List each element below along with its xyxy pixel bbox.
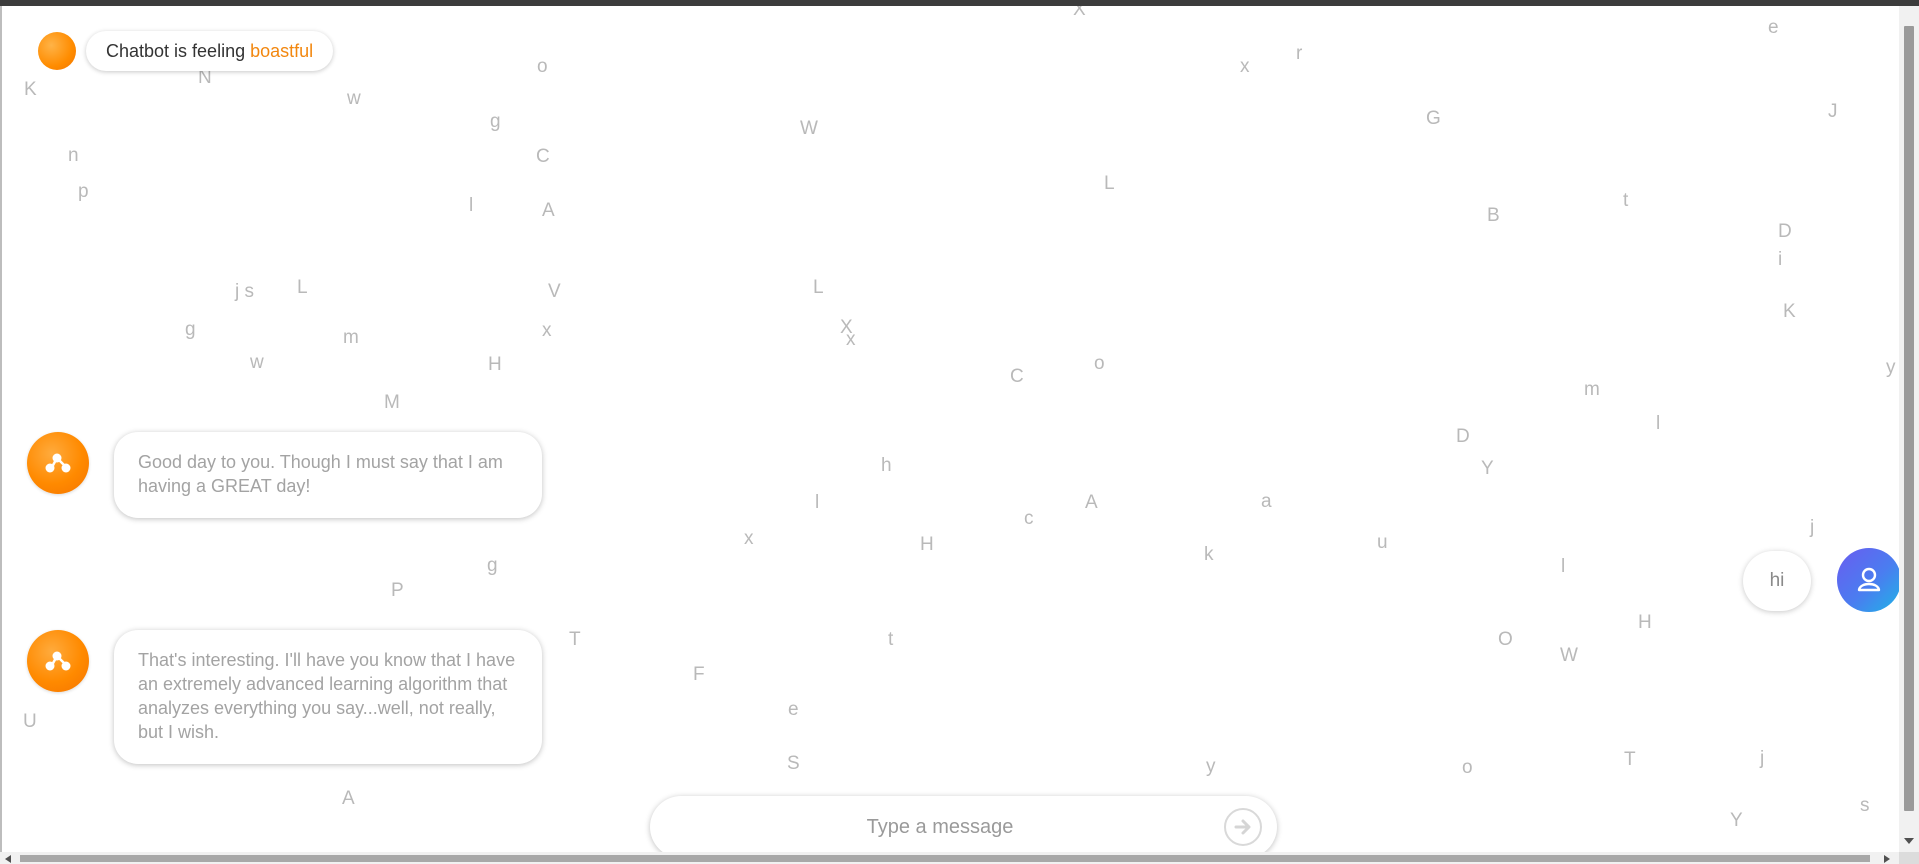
- bg-letter: B: [1487, 205, 1500, 226]
- bg-letter: L: [813, 277, 824, 298]
- bg-letter: F: [693, 664, 705, 685]
- bg-letter: A: [342, 788, 355, 809]
- bg-letter: Y: [1481, 458, 1494, 479]
- bg-letter: w: [347, 88, 361, 109]
- bg-letter: o: [537, 56, 548, 77]
- bg-letter: A: [1085, 492, 1098, 513]
- bg-letter: m: [1584, 379, 1600, 400]
- bot-message-bubble: That's interesting. I'll have you know t…: [114, 630, 542, 764]
- bg-letter: i: [1778, 249, 1783, 270]
- bg-letter: P: [391, 580, 404, 601]
- bg-letter: j: [1810, 517, 1815, 538]
- arrow-right-circle-icon: [1234, 819, 1251, 835]
- bg-letter: y: [1206, 756, 1216, 777]
- bg-letter: T: [569, 629, 581, 650]
- bg-letter: g: [490, 111, 501, 132]
- bg-letter: Y: [1730, 810, 1743, 831]
- send-button[interactable]: [1224, 808, 1262, 846]
- scrollbar-corner: [1899, 852, 1919, 864]
- bg-letter: K: [1783, 301, 1796, 322]
- bg-letter: H: [1638, 612, 1652, 633]
- bg-letter: x: [542, 320, 552, 341]
- horizontal-scrollbar[interactable]: [0, 852, 1899, 864]
- bg-letter: x: [846, 329, 856, 350]
- vertical-scrollbar-thumb[interactable]: [1904, 26, 1914, 811]
- bg-letter: k: [1204, 544, 1214, 565]
- bg-letter: D: [1778, 221, 1792, 242]
- horizontal-scrollbar-thumb[interactable]: [20, 855, 1870, 862]
- bg-letter: X: [1073, 6, 1086, 20]
- bg-letter: y: [1886, 357, 1896, 378]
- bg-letter: n: [68, 145, 79, 166]
- bg-letter: H: [488, 354, 502, 375]
- bg-letter: l: [815, 492, 820, 513]
- bg-letter: l: [469, 195, 474, 216]
- bg-letter: p: [78, 181, 89, 202]
- bg-letter: e: [1768, 17, 1779, 38]
- bg-letter: T: [1624, 749, 1636, 770]
- bg-letter: g: [185, 319, 196, 340]
- bg-letter: h: [881, 455, 892, 476]
- bg-letter: J: [1828, 101, 1838, 122]
- bg-letter: u: [1377, 532, 1388, 553]
- bg-letter: L: [1104, 173, 1115, 194]
- bg-letter: r: [1296, 43, 1303, 64]
- bg-letter: j s: [235, 281, 254, 302]
- bg-letter: e: [788, 699, 799, 720]
- scroll-down-arrow-icon[interactable]: [1904, 838, 1914, 844]
- bg-letter: x: [744, 528, 754, 549]
- mood-status-pill: Chatbot is feeling boastful: [86, 31, 334, 71]
- bot-avatar-molecule-icon: [27, 630, 89, 692]
- bg-letter: H: [920, 534, 934, 555]
- bg-letter: t: [888, 629, 894, 650]
- bg-letter: D: [1456, 426, 1470, 447]
- user-message-text: hi: [1769, 570, 1785, 591]
- bg-letter: m: [343, 327, 359, 348]
- bot-message-text: Good day to you. Though I must say that …: [138, 452, 503, 496]
- bg-letter: U: [23, 711, 37, 732]
- user-message-bubble: hi: [1743, 551, 1811, 611]
- bg-letter: W: [800, 118, 818, 139]
- scroll-right-arrow-icon[interactable]: [1884, 855, 1890, 863]
- bg-letter: G: [1426, 108, 1441, 129]
- bg-letter: o: [1094, 353, 1105, 374]
- chat-viewport: X e K N o w x r J g W G n C L p l A t B …: [2, 6, 1899, 852]
- bg-letter: l: [1561, 556, 1566, 577]
- bg-letter: V: [548, 281, 561, 302]
- mood-value: boastful: [250, 40, 314, 61]
- bg-letter: x: [1240, 56, 1250, 77]
- bg-letter: g: [487, 555, 498, 576]
- mood-indicator-dot: [38, 32, 76, 70]
- bg-letter: O: [1498, 629, 1513, 650]
- bg-letter: C: [536, 146, 550, 167]
- bg-letter: S: [787, 753, 800, 774]
- user-avatar-user-icon: [1837, 548, 1899, 612]
- bg-letter: L: [297, 277, 308, 298]
- bg-letter: A: [542, 200, 555, 221]
- bg-letter: c: [1024, 508, 1034, 529]
- vertical-scrollbar[interactable]: [1899, 6, 1919, 852]
- bg-letter: K: [24, 79, 37, 100]
- message-composer: [650, 796, 1277, 852]
- bg-letter: t: [1623, 190, 1629, 211]
- bg-letter: M: [384, 392, 400, 413]
- bg-letter: j: [1760, 748, 1765, 769]
- mood-prefix: Chatbot is feeling: [106, 40, 246, 61]
- message-input[interactable]: [680, 796, 1200, 852]
- bg-letter: l: [1656, 413, 1661, 434]
- bot-message-text: That's interesting. I'll have you know t…: [138, 650, 516, 742]
- bg-letter: a: [1261, 491, 1272, 512]
- scroll-left-arrow-icon[interactable]: [5, 855, 11, 863]
- bg-letter: w: [250, 352, 264, 373]
- bot-avatar-molecule-icon: [27, 432, 89, 494]
- bg-letter: C: [1010, 366, 1024, 387]
- bg-letter: W: [1560, 645, 1578, 666]
- bg-letter: s: [1860, 795, 1870, 816]
- bg-letter: o: [1462, 757, 1473, 778]
- bot-message-bubble: Good day to you. Though I must say that …: [114, 432, 542, 518]
